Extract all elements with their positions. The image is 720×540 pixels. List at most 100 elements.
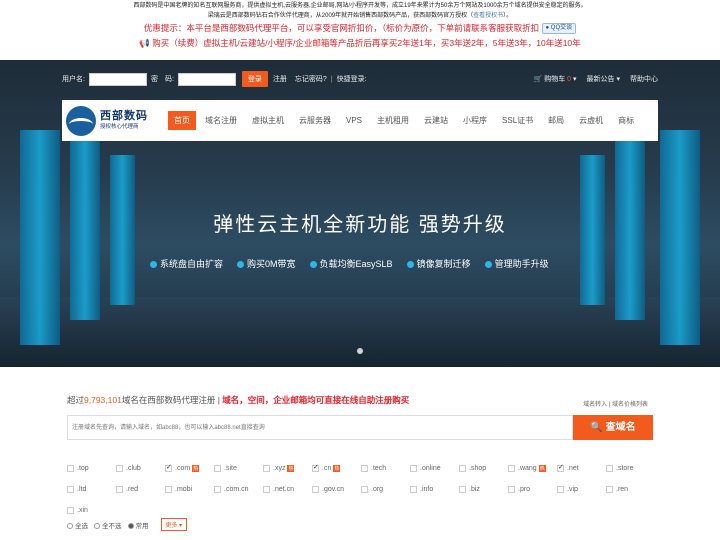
checkbox-icon[interactable]: [214, 465, 221, 472]
nav-item[interactable]: SSL证书: [496, 111, 539, 130]
nav-item[interactable]: 商标: [612, 111, 640, 130]
cart-link[interactable]: 🛒 购物车 0 ▾: [534, 74, 577, 84]
tld-option[interactable]: .info: [410, 479, 459, 500]
checkbox-icon[interactable]: [557, 486, 564, 493]
tld-option[interactable]: .gov.cn: [312, 479, 361, 500]
nav-item[interactable]: 云虚机: [573, 111, 609, 130]
checkbox-icon[interactable]: [459, 465, 466, 472]
checkbox-icon[interactable]: [508, 486, 515, 493]
checkbox-icon[interactable]: [67, 507, 74, 514]
nav-item[interactable]: 小程序: [457, 111, 493, 130]
checkbox-icon[interactable]: [67, 486, 74, 493]
bullet-icon: [484, 261, 492, 268]
nav-item[interactable]: 域名注册: [199, 111, 243, 130]
select-all-option[interactable]: 全选: [67, 520, 88, 530]
checkbox-icon[interactable]: [263, 465, 270, 472]
tld-option[interactable]: .club: [116, 458, 165, 479]
hot-badge: 热: [192, 465, 200, 472]
checkbox-icon[interactable]: [165, 486, 172, 493]
auth-text: 梁璃云是西部数码钻石合作伙伴代理商，从2009年就开始销售西部数码产品，获西部数…: [0, 11, 720, 21]
help-link[interactable]: 帮助中心: [630, 74, 658, 84]
auth-link[interactable]: 查看授权书: [473, 13, 503, 19]
search-domain-label: 查域名: [605, 422, 636, 433]
price-list-link[interactable]: 域名价格列表: [612, 402, 648, 408]
nav-item[interactable]: 云建站: [418, 111, 454, 130]
checkbox-icon[interactable]: [312, 486, 319, 493]
tld-label: .gov.cn: [322, 486, 345, 493]
tld-label: .shop: [469, 465, 487, 472]
login-button[interactable]: 登录: [241, 71, 268, 87]
tld-option[interactable]: .vip: [557, 479, 606, 500]
rack-image: [660, 130, 700, 345]
tld-option[interactable]: .biz: [459, 479, 508, 500]
checkbox-icon[interactable]: [361, 465, 368, 472]
checkbox-icon[interactable]: [312, 463, 319, 472]
tld-option[interactable]: .wang 热: [508, 458, 557, 479]
nav-item[interactable]: 邮局: [542, 111, 570, 130]
tld-option[interactable]: .com.cn: [214, 479, 263, 500]
bullet-icon: [406, 261, 414, 268]
tld-option[interactable]: .store: [606, 458, 655, 479]
checkbox-icon[interactable]: [116, 465, 123, 472]
tld-option[interactable]: .mobi: [165, 479, 214, 500]
tld-label: .cn: [322, 465, 332, 472]
nav-item[interactable]: 虚拟主机: [246, 111, 290, 130]
checkbox-icon[interactable]: [361, 486, 368, 493]
checkbox-icon[interactable]: [557, 463, 564, 472]
common-option[interactable]: 常用: [127, 520, 149, 530]
forgot-password-link[interactable]: 忘记密码?: [295, 74, 327, 84]
tld-option[interactable]: .com热: [165, 458, 214, 479]
tld-option[interactable]: .pro: [508, 479, 557, 500]
username-label: 用户名:: [62, 76, 85, 83]
news-link[interactable]: 最新公告 ▾: [587, 74, 620, 84]
select-none-option[interactable]: 全不选: [94, 520, 122, 530]
tld-option[interactable]: .shop: [459, 458, 508, 479]
nav-item[interactable]: 云服务器: [293, 111, 337, 130]
checkbox-icon[interactable]: [67, 465, 74, 472]
checkbox-icon[interactable]: [606, 465, 613, 472]
tld-option[interactable]: .ltd: [67, 479, 116, 500]
checkbox-icon[interactable]: [459, 486, 466, 493]
tld-option[interactable]: .red: [116, 479, 165, 500]
qq-chat-button[interactable]: ● QQ交谈: [541, 23, 577, 35]
tld-option[interactable]: .online: [410, 458, 459, 479]
username-input[interactable]: [88, 72, 147, 86]
tld-option[interactable]: .site: [214, 458, 263, 479]
logo[interactable]: 西部数码 授权核心代理商: [62, 100, 162, 141]
hot-badge: 热: [287, 465, 295, 472]
checkbox-icon[interactable]: [410, 486, 417, 493]
tld-option[interactable]: .top: [67, 458, 116, 479]
tld-label: .pro: [518, 486, 531, 493]
checkbox-icon[interactable]: [606, 486, 613, 493]
more-button[interactable]: 更多 ▾: [160, 518, 188, 531]
tld-option[interactable]: .tech: [361, 458, 410, 479]
select-options: 全选 全不选 常用 更多 ▾: [67, 518, 188, 531]
password-input[interactable]: [177, 72, 236, 86]
tld-option[interactable]: .ren: [606, 479, 655, 500]
domain-search-input[interactable]: [67, 415, 573, 440]
checkbox-icon[interactable]: [165, 463, 172, 472]
tld-label: .mobi: [175, 486, 193, 493]
transfer-link[interactable]: 域名转入: [583, 402, 607, 408]
checkbox-icon[interactable]: [116, 486, 123, 493]
hot-badge: 热: [333, 465, 341, 472]
checkbox-icon[interactable]: [508, 465, 515, 472]
checkbox-icon[interactable]: [410, 465, 417, 472]
bullet-icon: [150, 261, 157, 268]
tld-label: .store: [616, 465, 634, 472]
register-link[interactable]: 注册: [273, 74, 287, 84]
nav-item[interactable]: VPS: [340, 112, 368, 129]
search-domain-button[interactable]: 🔍 查域名: [573, 415, 653, 440]
checkbox-icon[interactable]: [214, 486, 221, 493]
checkbox-icon[interactable]: [263, 486, 270, 493]
nav-item[interactable]: 主机租用: [371, 111, 415, 130]
domain-promo-mid: 域名在西部数码代理注册 |: [121, 395, 223, 405]
tld-option[interactable]: .org: [361, 479, 410, 500]
tld-option[interactable]: .xyz 热: [263, 458, 312, 479]
tld-label: .club: [126, 465, 141, 472]
nav-item[interactable]: 首页: [168, 111, 196, 130]
carousel-dot[interactable]: [357, 348, 363, 354]
tld-option[interactable]: .net: [557, 458, 606, 479]
tld-option[interactable]: .net.cn: [263, 479, 312, 500]
tld-option[interactable]: .cn热: [312, 458, 361, 479]
